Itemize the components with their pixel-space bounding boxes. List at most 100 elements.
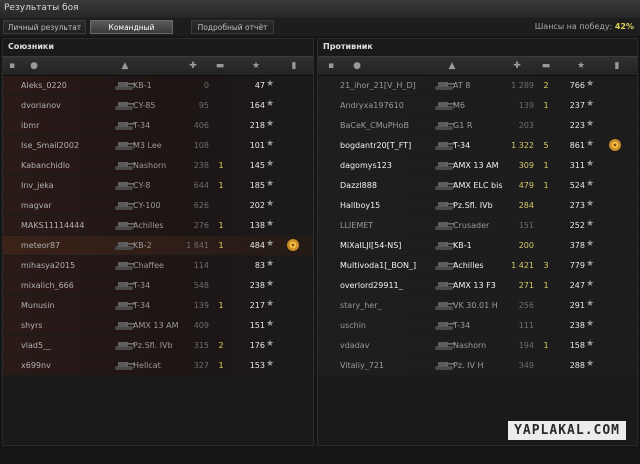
table-row[interactable]: magvar CY-100 626 202 ★ [3, 196, 313, 215]
star-icon: ★ [586, 319, 595, 329]
kills-value: 2 [218, 341, 224, 350]
damage-icon[interactable]: ✚ [184, 57, 202, 75]
xp-value: 176 [249, 341, 265, 350]
table-row[interactable]: x699nv Hellcat 327 1 153 ★ [3, 356, 313, 375]
table-row[interactable]: uschin T-34 111 238 ★ [318, 316, 637, 335]
table-row[interactable]: dvorianov CY-85 95 164 ★ [3, 96, 313, 115]
player-name: mixalich_666 [21, 281, 74, 290]
player-name: Kabanchidlo [21, 161, 70, 170]
tank-icon [433, 99, 455, 112]
star-icon: ★ [586, 299, 595, 309]
table-row[interactable]: BaCeK_CMuPHoB G1 R 203 223 ★ [318, 116, 637, 135]
medal-column-icon[interactable]: ▮ [285, 57, 303, 75]
xp-star-icon[interactable]: ★ [247, 57, 265, 75]
star-icon: ★ [266, 259, 275, 269]
damage-value: 200 [518, 241, 534, 250]
medal-icon[interactable] [286, 238, 300, 252]
kills-value: 1 [543, 181, 549, 190]
table-row[interactable]: mixalich_666 T-34 548 238 ★ [3, 276, 313, 295]
table-row[interactable]: Ise_Smail2002 M3 Lee 108 101 ★ [3, 136, 313, 155]
star-icon: ★ [586, 119, 595, 129]
kills-value: 1 [218, 301, 224, 310]
damage-value: 271 [518, 281, 534, 290]
xp-star-icon[interactable]: ★ [572, 57, 590, 75]
table-row[interactable]: bogdantr20[T_FT] T-34 1 322 5 861 ★ [318, 136, 637, 155]
table-row[interactable]: vlad5__ Pz.Sfl. IVb 315 2 176 ★ [3, 336, 313, 355]
player-icon[interactable]: ● [25, 57, 43, 75]
damage-value: 315 [193, 341, 209, 350]
enemies-title: Противник [323, 42, 373, 51]
tank-name: T-34 [453, 141, 471, 150]
star-icon: ★ [586, 239, 595, 249]
tank-type-icon[interactable]: ▲ [116, 57, 134, 75]
table-row[interactable]: Aleks_0220 KB-1 0 47 ★ [3, 76, 313, 95]
xp-value: 484 [249, 241, 265, 250]
star-icon: ★ [266, 159, 275, 169]
kills-value: 1 [218, 181, 224, 190]
table-row[interactable]: Vitaliy_721 Pz. IV H 349 288 ★ [318, 356, 637, 375]
tank-icon [113, 179, 135, 192]
table-row[interactable]: LLIEMET Crusader 151 252 ★ [318, 216, 637, 235]
table-row[interactable]: MAKS11114444 Achilles 276 1 138 ★ [3, 216, 313, 235]
xp-value: 378 [569, 241, 585, 250]
star-icon: ★ [586, 179, 595, 189]
table-row[interactable]: vdadav Nashorn 194 1 158 ★ [318, 336, 637, 355]
tank-icon [113, 299, 135, 312]
table-row[interactable]: shyrs AMX 13 AM 409 151 ★ [3, 316, 313, 335]
tab-detailed-report[interactable]: Подробный отчёт [191, 20, 274, 34]
tank-name: Achilles [453, 261, 484, 270]
medal-column-icon[interactable]: ▮ [608, 57, 626, 75]
table-row[interactable]: dagomys123 AMX 13 AM 309 1 311 ★ [318, 156, 637, 175]
squad-icon[interactable]: ▪ [3, 57, 21, 75]
win-chance-label: Шансы на победу: [534, 22, 613, 31]
damage-value: 479 [518, 181, 534, 190]
xp-value: 291 [569, 301, 585, 310]
xp-value: 311 [569, 161, 585, 170]
table-row[interactable]: 21_ihor_21[V_H_D] AT 8 1 289 2 766 ★ [318, 76, 637, 95]
damage-value: 114 [193, 261, 209, 270]
player-name: ibmr [21, 121, 40, 130]
tank-icon [433, 219, 455, 232]
tank-name: T-34 [453, 321, 471, 330]
star-icon: ★ [266, 199, 275, 209]
damage-value: 139 [518, 101, 534, 110]
player-icon[interactable]: ● [348, 57, 366, 75]
table-row[interactable]: ibmr T-34 406 218 ★ [3, 116, 313, 135]
player-name: Aleks_0220 [21, 81, 67, 90]
table-row[interactable]: Kabanchidlo Nashorn 238 1 145 ★ [3, 156, 313, 175]
player-name: Inv_jeka [21, 181, 54, 190]
table-row[interactable]: Hallboy15 Pz.Sfl. IVb 284 273 ★ [318, 196, 637, 215]
xp-value: 138 [249, 221, 265, 230]
medal-icon[interactable] [608, 138, 622, 152]
table-row[interactable]: overlord29911_ AMX 13 F3 271 1 247 ★ [318, 276, 637, 295]
table-row[interactable]: mihasya2015 Chaffee 114 83 ★ [3, 256, 313, 275]
kills-value: 3 [543, 261, 549, 270]
xp-value: 779 [569, 261, 585, 270]
tab-personal-result[interactable]: Личный результат [3, 20, 86, 34]
damage-icon[interactable]: ✚ [508, 57, 526, 75]
star-icon: ★ [266, 219, 275, 229]
table-row[interactable]: stary_her_ VK 30.01 H 256 291 ★ [318, 296, 637, 315]
player-name: mihasya2015 [21, 261, 76, 270]
table-row[interactable]: Multivoda1[_BON_] Achilles 1 421 3 779 ★ [318, 256, 637, 275]
squad-icon[interactable]: ▪ [322, 57, 340, 75]
kills-value: 1 [543, 281, 549, 290]
tank-name: G1 R [453, 121, 473, 130]
table-row[interactable]: Inv_jeka CY-8 644 1 185 ★ [3, 176, 313, 195]
win-chance: Шансы на победу: 42% [535, 22, 634, 31]
tab-team-result[interactable]: Командный результат [90, 20, 173, 46]
table-row[interactable]: meteor87 KB-2 1 841 1 484 ★ [3, 236, 313, 255]
table-row[interactable]: Dazzl888 AMX ELC bis 479 1 524 ★ [318, 176, 637, 195]
kills-value: 1 [218, 241, 224, 250]
kills-icon[interactable]: ▬ [537, 57, 555, 75]
table-row[interactable]: MiXaILJI[54-NS] KB-1 200 378 ★ [318, 236, 637, 255]
xp-value: 238 [569, 321, 585, 330]
tank-icon [433, 339, 455, 352]
tank-type-icon[interactable]: ▲ [443, 57, 461, 75]
kills-icon[interactable]: ▬ [211, 57, 229, 75]
table-row[interactable]: Munusin T-34 139 1 217 ★ [3, 296, 313, 315]
tank-icon [433, 279, 455, 292]
player-name: meteor87 [21, 241, 61, 250]
table-row[interactable]: Andryxa197610 M6 139 1 237 ★ [318, 96, 637, 115]
damage-value: 548 [193, 281, 209, 290]
